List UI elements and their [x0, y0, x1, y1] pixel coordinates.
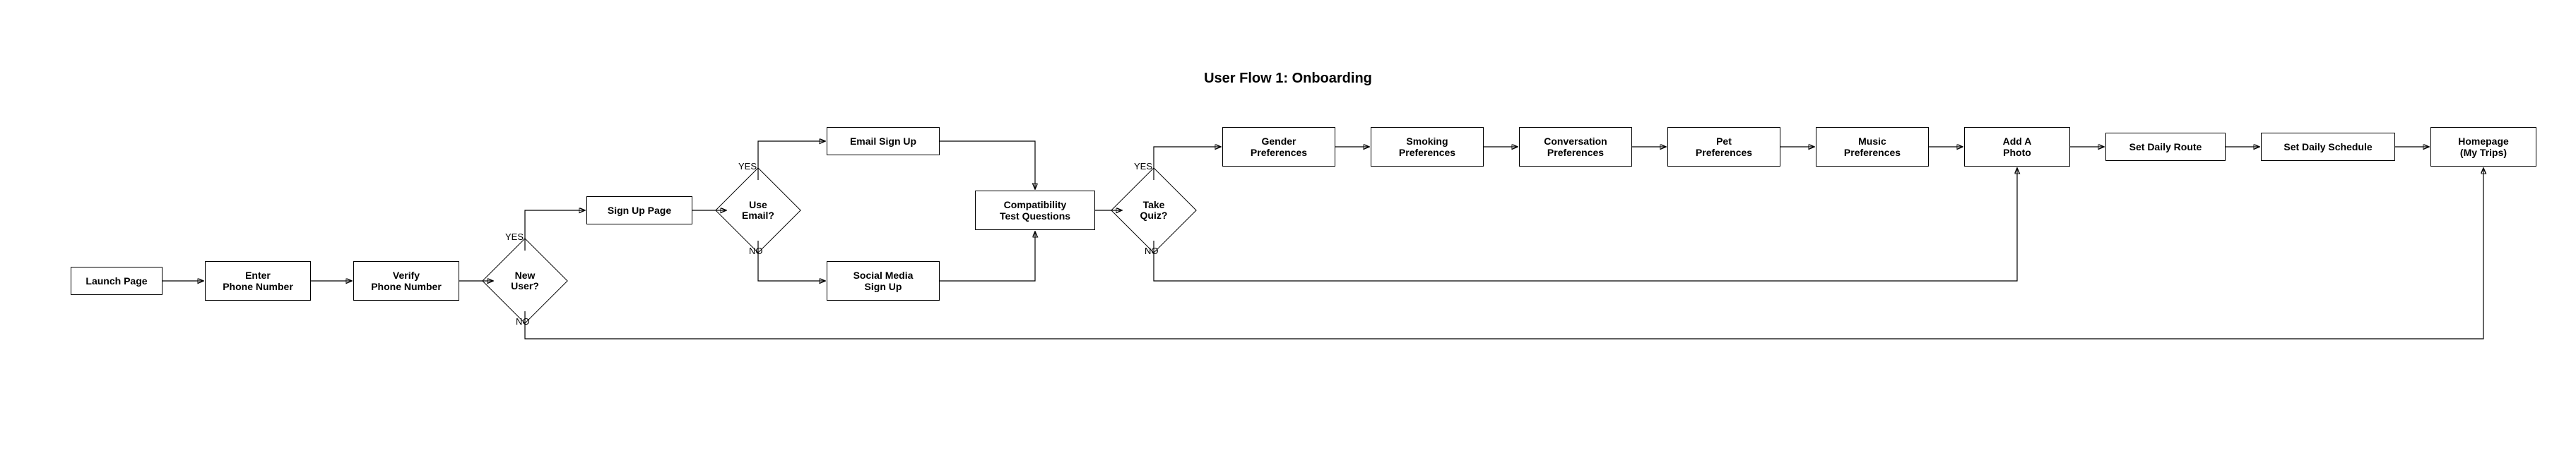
flow-diagram: User Flow 1: Onboarding Launch Page Ente… — [0, 0, 2576, 463]
edges — [0, 0, 2576, 463]
